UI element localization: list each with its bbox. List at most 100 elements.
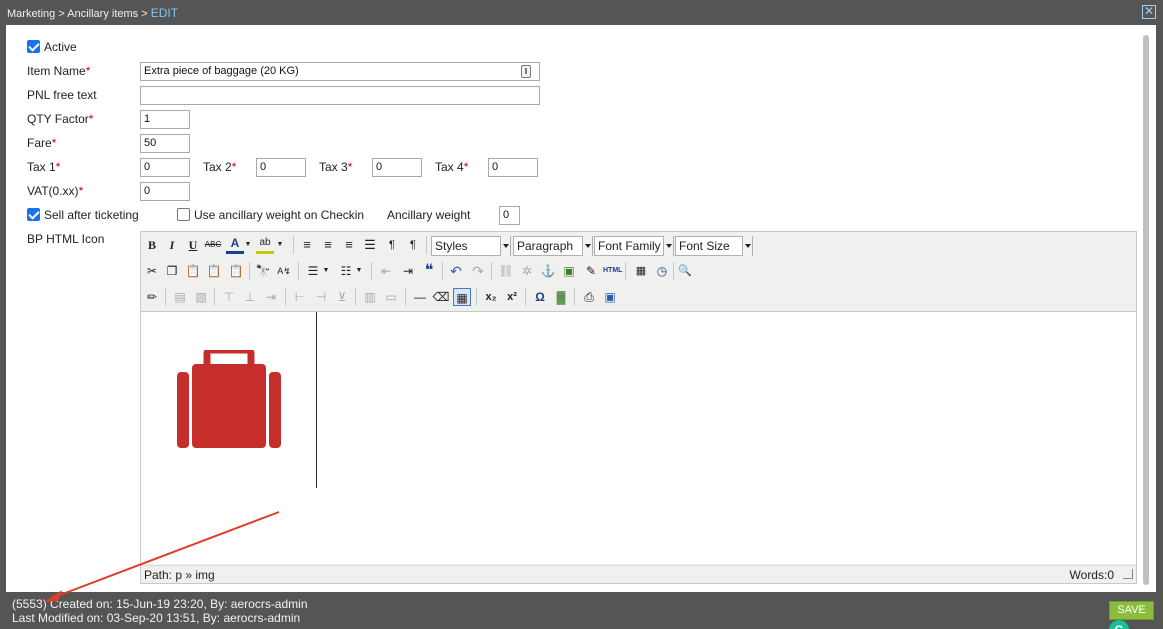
- bullet-list-icon[interactable]: ☰: [304, 262, 322, 280]
- breadcrumb-ancillary-items[interactable]: Ancillary items: [67, 8, 138, 20]
- pnl-free-text-input[interactable]: [140, 86, 540, 105]
- ltr-icon[interactable]: ¶: [383, 236, 401, 254]
- insert-col-before-icon[interactable]: ⊢: [291, 288, 309, 306]
- active-checkbox[interactable]: [27, 40, 40, 53]
- underline-button[interactable]: U: [184, 236, 202, 254]
- tax3-input[interactable]: 0: [372, 158, 422, 177]
- cleanup-icon[interactable]: ✎: [582, 262, 600, 280]
- paste-icon[interactable]: 📋: [184, 262, 202, 280]
- toolbar-separator: [625, 262, 626, 280]
- print-icon[interactable]: ⎙: [580, 288, 598, 306]
- delete-col-icon[interactable]: ⊻: [333, 288, 351, 306]
- anchor-icon[interactable]: ⚓: [539, 262, 557, 280]
- bullet-list-dropdown-icon[interactable]: ▼: [322, 262, 330, 280]
- fare-input[interactable]: 50: [140, 134, 190, 153]
- save-button[interactable]: SAVE: [1109, 601, 1154, 620]
- numbered-list-icon[interactable]: ☷: [337, 262, 355, 280]
- paste-word-icon[interactable]: 📋: [227, 262, 245, 280]
- styles-select[interactable]: Styles: [431, 236, 511, 256]
- font-size-select[interactable]: Font Size: [675, 236, 753, 256]
- cell-props-icon[interactable]: ▧: [192, 288, 210, 306]
- highlight-dropdown-icon[interactable]: ▼: [276, 236, 284, 254]
- breadcrumb-marketing[interactable]: Marketing: [7, 8, 55, 20]
- align-right-icon[interactable]: ≡: [340, 236, 358, 254]
- align-center-icon[interactable]: ≡: [319, 236, 337, 254]
- rtl-icon[interactable]: ¶: [404, 236, 422, 254]
- title-bar: Marketing > Ancillary items > EDIT ✕: [0, 0, 1163, 25]
- html-source-icon[interactable]: HTML: [603, 262, 622, 280]
- indent-icon[interactable]: ⇥: [399, 262, 417, 280]
- find-icon[interactable]: 🔭: [254, 262, 272, 280]
- link-icon[interactable]: ⛓: [497, 262, 515, 280]
- toolbar-separator: [214, 288, 215, 306]
- visual-aid-icon[interactable]: ▦: [453, 288, 471, 306]
- text-color-dropdown-icon[interactable]: ▼: [244, 236, 252, 254]
- bold-button[interactable]: B: [143, 236, 161, 254]
- cut-icon[interactable]: ✂: [143, 262, 161, 280]
- highlight-color-button[interactable]: ab: [256, 236, 274, 254]
- remove-format-icon[interactable]: ⌫: [432, 288, 450, 306]
- superscript-icon[interactable]: x²: [503, 288, 521, 306]
- image-edge-line: [316, 312, 317, 488]
- close-icon[interactable]: ✕: [1142, 5, 1156, 19]
- split-cells-icon[interactable]: ▥: [361, 288, 379, 306]
- item-name-input[interactable]: Extra piece of baggage (20 KG): [140, 62, 540, 81]
- strikethrough-button[interactable]: ABC: [204, 236, 222, 254]
- use-ancillary-weight-checkbox[interactable]: [177, 208, 190, 221]
- toolbar-separator: [298, 262, 299, 280]
- unlink-icon[interactable]: ✲: [518, 262, 536, 280]
- scrollbar-thumb[interactable]: [1143, 35, 1149, 585]
- toolbar-separator: [525, 288, 526, 306]
- toolbar-separator: [165, 288, 166, 306]
- ancillary-weight-input[interactable]: 0: [499, 206, 520, 225]
- delete-row-icon[interactable]: ⇥: [262, 288, 280, 306]
- align-left-icon[interactable]: ≡: [298, 236, 316, 254]
- replace-icon[interactable]: A↯: [275, 262, 293, 280]
- luggage-icon[interactable]: [177, 350, 285, 450]
- qty-factor-input[interactable]: 1: [140, 110, 190, 129]
- insert-col-after-icon[interactable]: ⊣: [312, 288, 330, 306]
- insert-date-icon[interactable]: ▦: [632, 262, 650, 280]
- font-family-select[interactable]: Font Family: [594, 236, 674, 256]
- outdent-icon[interactable]: ⇤: [377, 262, 395, 280]
- media-icon[interactable]: ▓: [552, 288, 570, 306]
- image-icon[interactable]: ▣: [560, 262, 578, 280]
- scrollbar[interactable]: [1142, 33, 1150, 588]
- tax2-input[interactable]: 0: [256, 158, 306, 177]
- redo-icon[interactable]: ↷: [469, 262, 487, 280]
- preview-icon[interactable]: 🔍: [676, 262, 694, 280]
- paragraph-select[interactable]: Paragraph: [513, 236, 593, 256]
- undo-icon[interactable]: ↶: [447, 262, 465, 280]
- sell-after-ticketing-checkbox[interactable]: [27, 208, 40, 221]
- align-justify-icon[interactable]: ☰: [361, 236, 379, 254]
- subscript-icon[interactable]: x₂: [482, 288, 500, 306]
- tax1-input[interactable]: 0: [140, 158, 190, 177]
- vat-input[interactable]: 0: [140, 182, 190, 201]
- insert-row-after-icon[interactable]: ⊥: [241, 288, 259, 306]
- merge-cells-icon[interactable]: ▭: [382, 288, 400, 306]
- item-name-label: Item Name*: [27, 64, 91, 78]
- field-menu-icon[interactable]: [521, 65, 531, 78]
- insert-row-before-icon[interactable]: ⊤: [220, 288, 238, 306]
- tax1-label: Tax 1*: [27, 160, 61, 174]
- editor-path: Path: p » img: [144, 568, 215, 582]
- numbered-list-dropdown-icon[interactable]: ▼: [355, 262, 363, 280]
- resize-handle-icon[interactable]: [1123, 569, 1133, 579]
- insert-time-icon[interactable]: ◷: [653, 262, 671, 280]
- blockquote-icon[interactable]: ❝: [420, 262, 438, 280]
- editor-content-area[interactable]: G: [141, 311, 1136, 629]
- copy-icon[interactable]: ❐: [163, 262, 181, 280]
- tax4-input[interactable]: 0: [488, 158, 538, 177]
- row-props-icon[interactable]: ▤: [171, 288, 189, 306]
- edit-css-icon[interactable]: ✏: [143, 288, 161, 306]
- italic-button[interactable]: I: [163, 236, 181, 254]
- breadcrumb-separator: >: [141, 8, 148, 20]
- text-color-button[interactable]: A: [226, 236, 244, 254]
- grammarly-icon[interactable]: G: [1109, 620, 1129, 629]
- special-char-icon[interactable]: Ω: [531, 288, 549, 306]
- horizontal-rule-icon[interactable]: —: [411, 288, 429, 306]
- paste-text-icon[interactable]: 📋: [205, 262, 223, 280]
- fullscreen-icon[interactable]: ▣: [601, 288, 619, 306]
- qty-factor-label: QTY Factor*: [27, 112, 94, 126]
- use-ancillary-weight-label: Use ancillary weight on Checkin: [194, 208, 365, 222]
